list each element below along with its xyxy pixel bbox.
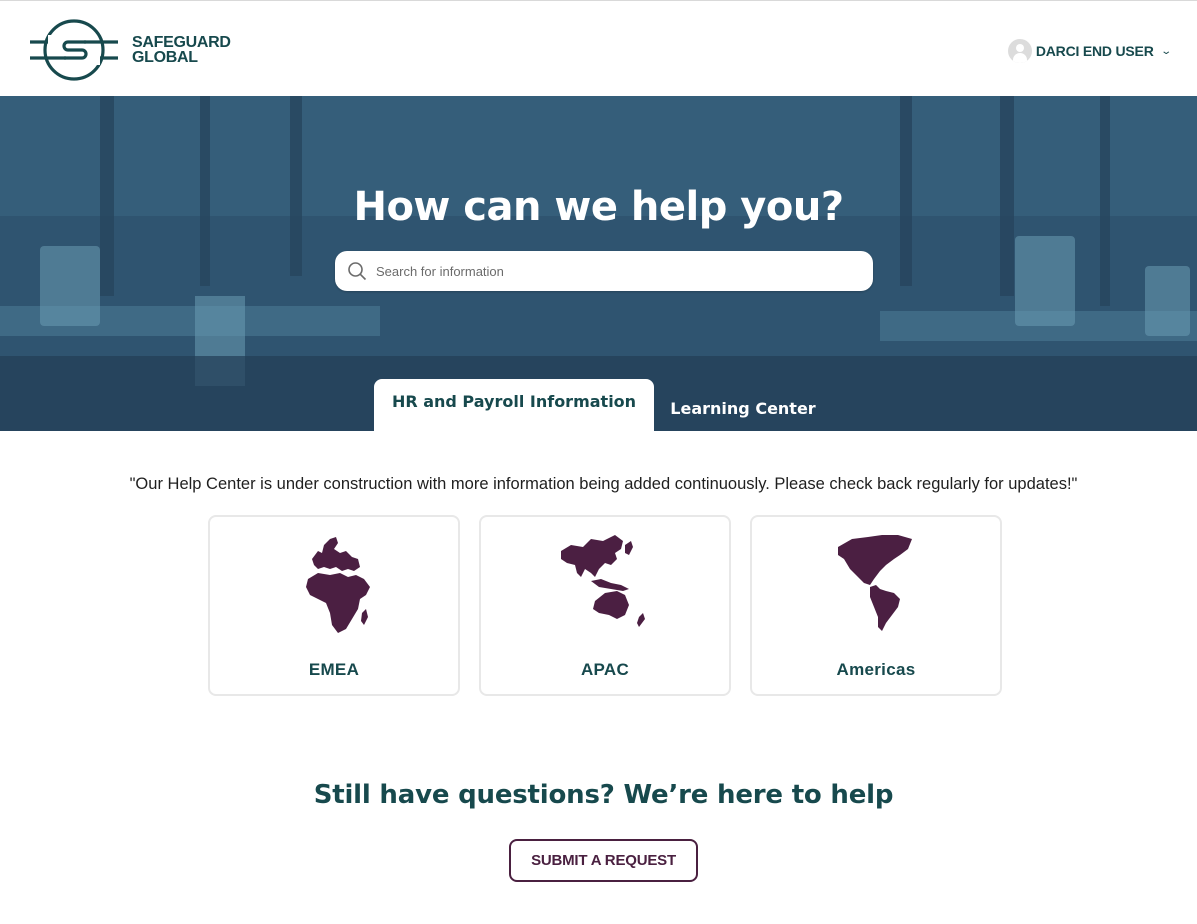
- region-cards: EMEA APAC Americas: [208, 515, 1002, 696]
- logo-wordmark: SAFEGUARD GLOBAL: [132, 34, 231, 66]
- region-card-americas[interactable]: Americas: [750, 515, 1002, 696]
- user-name: DARCI END USER: [1035, 43, 1154, 59]
- americas-map-icon: [838, 535, 912, 631]
- safeguard-logo-icon: [30, 19, 118, 81]
- logo-link[interactable]: SAFEGUARD GLOBAL: [28, 18, 231, 82]
- logo-line-1: SAFEGUARD: [132, 34, 231, 51]
- tab-learning-center[interactable]: Learning Center: [654, 379, 832, 431]
- asia-pacific-map-icon: [561, 535, 645, 627]
- construction-notice: "Our Help Center is under construction w…: [129, 475, 1078, 493]
- logo-line-2: GLOBAL: [132, 49, 198, 66]
- search-bar[interactable]: [335, 251, 873, 291]
- help-heading: Still have questions? We’re here to help: [313, 780, 894, 810]
- europe-africa-map-icon: [306, 537, 370, 633]
- search-icon: [348, 262, 367, 281]
- tab-hr-payroll[interactable]: HR and Payroll Information: [374, 379, 654, 431]
- region-card-emea[interactable]: EMEA: [208, 515, 460, 696]
- chevron-down-icon: ⌄: [1159, 45, 1172, 57]
- site-header: SAFEGUARD GLOBAL DARCI END USER ⌄: [0, 4, 1197, 96]
- search-input[interactable]: [376, 263, 856, 279]
- user-menu[interactable]: DARCI END USER ⌄: [1007, 39, 1172, 63]
- user-avatar-icon: [1007, 39, 1032, 63]
- hero-title: How can we help you?: [353, 184, 844, 230]
- region-label-americas: Americas: [836, 660, 916, 679]
- submit-request-button[interactable]: SUBMIT A REQUEST: [509, 839, 698, 882]
- hero-banner: How can we help you? HR and Payroll Info…: [0, 96, 1197, 431]
- category-tabs: HR and Payroll Information Learning Cent…: [374, 379, 832, 431]
- region-card-apac[interactable]: APAC: [479, 515, 731, 696]
- region-label-emea: EMEA: [308, 660, 360, 679]
- region-label-apac: APAC: [580, 660, 630, 679]
